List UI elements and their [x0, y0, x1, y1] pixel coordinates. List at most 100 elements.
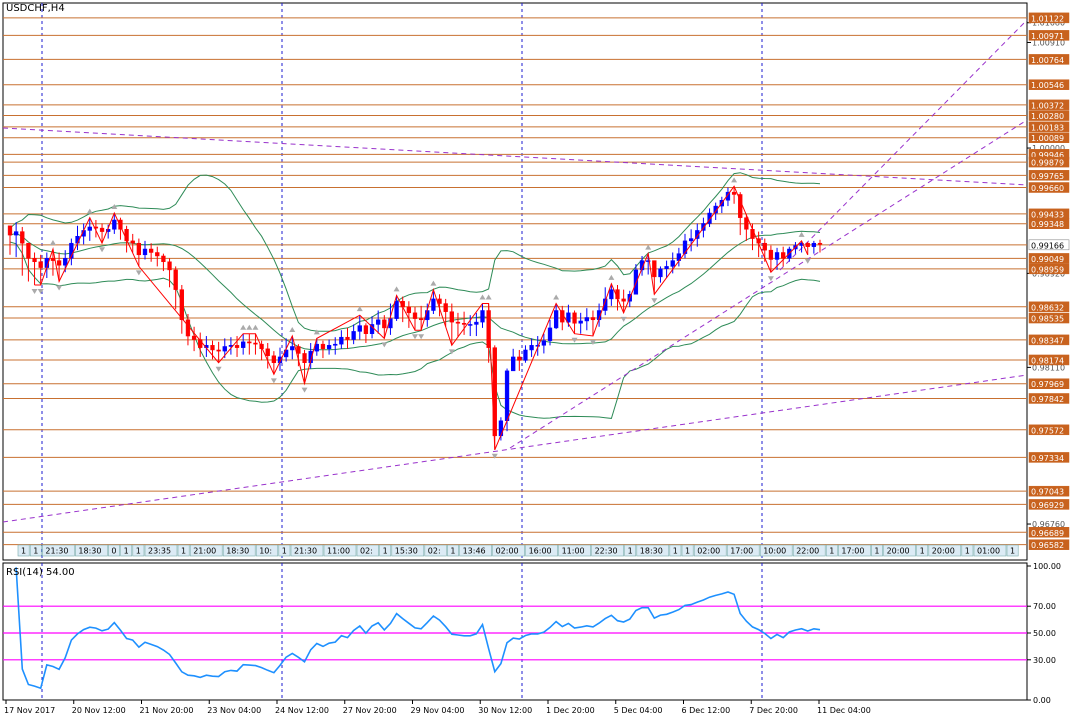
bar-time-label: 18:30 — [78, 547, 101, 556]
candle-body — [357, 325, 362, 332]
time-axis-label: 1 Dec 20:00 — [546, 706, 595, 715]
candle-body — [63, 258, 68, 266]
bar-time-label: 10:00 — [763, 547, 786, 556]
price-level-label: 0.96689 — [1031, 529, 1064, 538]
fractal-down-marker — [99, 247, 106, 253]
fractal-up-marker — [798, 231, 805, 237]
time-axis-label: 23 Nov 04:00 — [207, 706, 261, 715]
candle-body — [20, 231, 25, 244]
fractal-up-marker — [86, 208, 93, 214]
candle-body — [412, 312, 418, 319]
trend-line — [2, 374, 1028, 523]
candle-body — [621, 298, 626, 302]
price-level-label: 1.00183 — [1031, 123, 1064, 132]
chart-root: 1.010801.009101.000000.989200.981100.967… — [0, 0, 1080, 720]
candle-body — [142, 248, 148, 256]
fractal-up-marker — [430, 280, 437, 286]
bar-time-label: 17:00 — [730, 547, 753, 556]
price-level-label: 1.00971 — [1031, 32, 1064, 41]
bar-time-label: 02:00 — [697, 547, 720, 556]
candle-body — [547, 327, 553, 341]
candle-body — [511, 356, 516, 372]
candle-body — [173, 269, 178, 290]
candle-body — [363, 325, 369, 334]
bar-time-label: 20:00 — [887, 547, 910, 556]
candle-body — [32, 258, 37, 263]
rsi-plot-frame — [2, 562, 1028, 701]
price-level-label: 1.00764 — [1031, 56, 1064, 65]
candle-body — [652, 260, 657, 278]
bar-time-label: 02:00 — [496, 547, 519, 556]
bar-time-label: 17:00 — [841, 547, 864, 556]
bar-time-label: 15:30 — [395, 547, 418, 556]
fractal-down-marker — [381, 342, 388, 348]
rsi-axis-label: 0.00 — [1033, 696, 1051, 705]
candle-body — [241, 341, 246, 348]
price-level-label: 0.99433 — [1031, 210, 1064, 219]
price-level-label: 0.96929 — [1031, 501, 1064, 510]
candle-body — [394, 300, 399, 319]
fractal-down-marker — [301, 387, 308, 393]
candle-body — [449, 311, 454, 323]
bar-time-label: 1 — [920, 547, 925, 556]
fractal-up-marker — [240, 324, 247, 330]
bar-time-label: 1 — [282, 547, 287, 556]
rsi-line — [15, 567, 821, 690]
bar-time-label: 22:00 — [796, 547, 819, 556]
bar-time-label: 0 — [111, 547, 116, 556]
candle-body — [762, 242, 767, 251]
candle-body — [768, 249, 774, 260]
candle-body — [148, 248, 154, 253]
bar-time-label: 02: — [360, 547, 373, 556]
candle-body — [744, 217, 749, 230]
candle-body — [50, 258, 56, 261]
chart-canvas[interactable]: 1.010801.009101.000000.989200.981100.967… — [0, 0, 1080, 720]
time-axis-label: 11 Dec 04:00 — [817, 706, 871, 715]
candle-body — [253, 342, 258, 345]
fractal-down-marker — [418, 334, 425, 340]
fractal-up-marker — [645, 244, 652, 250]
price-level-label: 0.98347 — [1031, 336, 1064, 345]
candle-body — [474, 321, 479, 325]
bar-time-label: 1 — [124, 547, 129, 556]
bar-time-label: 1 — [136, 547, 141, 556]
candle-body — [468, 324, 473, 326]
price-level-label: 0.98174 — [1031, 356, 1064, 365]
price-level-label: 0.97043 — [1031, 488, 1064, 497]
bar-time-label: 01:00 — [977, 547, 1000, 556]
bar-time-label: 18:30 — [226, 547, 249, 556]
fractal-up-marker — [393, 286, 400, 292]
candle-body — [314, 343, 319, 352]
time-axis-label: 27 Nov 20:00 — [343, 706, 397, 715]
time-axis-label: 6 Dec 12:00 — [682, 706, 731, 715]
bar-time-label: 1 — [965, 547, 970, 556]
candle-body — [382, 319, 387, 329]
price-level-label: 0.98632 — [1031, 303, 1064, 312]
candle-body — [179, 289, 184, 321]
candle-body — [774, 252, 780, 260]
fractal-up-marker — [289, 327, 296, 333]
candle-body — [811, 242, 817, 247]
price-level-label: 1.00089 — [1031, 134, 1064, 143]
rsi-axis-label: 30.00 — [1033, 656, 1056, 665]
fractal-down-marker — [767, 276, 774, 282]
candle-body — [13, 231, 19, 236]
candle-body — [805, 242, 810, 247]
candle-body — [664, 266, 669, 269]
bar-time-label: 21:30 — [45, 547, 68, 556]
candle-body — [99, 227, 105, 232]
time-axis-label: 24 Nov 12:00 — [275, 706, 329, 715]
bar-time-label: 1 — [628, 547, 633, 556]
candle-body — [210, 345, 215, 351]
bar-time-label: 11:00 — [327, 547, 350, 556]
candle-body — [326, 345, 332, 350]
fractal-up-marker — [479, 294, 486, 300]
candle-body — [461, 323, 467, 325]
candle-body — [431, 298, 436, 311]
bar-time-label: 1 — [21, 547, 26, 556]
candle-body — [504, 370, 510, 421]
fractal-down-marker — [804, 258, 811, 264]
candle-body — [590, 317, 596, 321]
candle-body — [161, 255, 166, 263]
price-level-label: 0.97572 — [1031, 426, 1064, 435]
